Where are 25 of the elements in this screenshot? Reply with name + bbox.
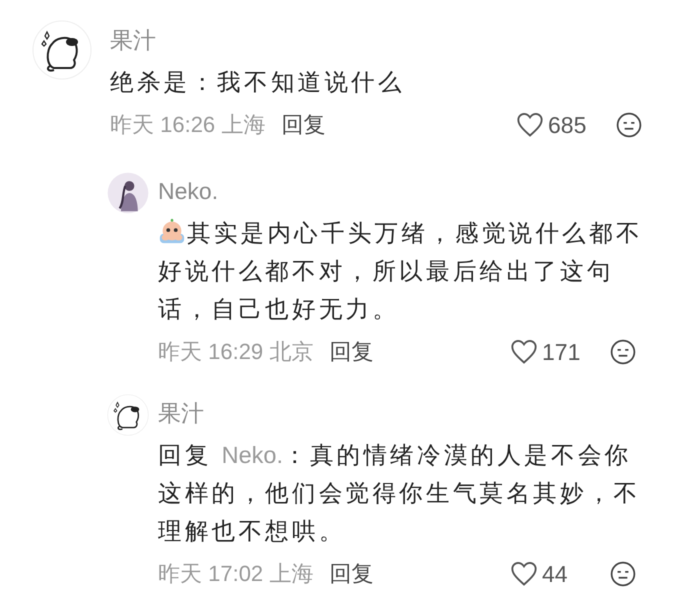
comment-text: 回复 Neko.：真的情绪冷漠的人是不会你这样的，他们会觉得你生气莫名其妙，不理解也不想哄。: [158, 441, 642, 546]
like-count: 44: [542, 560, 569, 588]
neutral-face-icon[interactable]: [610, 339, 636, 365]
time-location: 昨天 17:02 上海: [158, 560, 314, 588]
user-name[interactable]: Neko.: [158, 174, 218, 208]
neutral-face-icon[interactable]: [610, 561, 636, 587]
pug-avatar-icon[interactable]: [107, 394, 149, 436]
user-name[interactable]: 果汁: [158, 396, 204, 430]
mention-link[interactable]: Neko.: [222, 442, 283, 468]
reply-link[interactable]: 回复: [281, 110, 326, 140]
heart-icon[interactable]: [516, 111, 544, 139]
reply-link[interactable]: 回复: [329, 337, 374, 367]
user-name[interactable]: 果汁: [110, 23, 156, 57]
comment-text: 其实是内心千头万绪，感觉说什么都不好说什么都不对，所以最后给出了这句话，自己也好无力。: [158, 214, 648, 328]
like-count: 171: [542, 338, 582, 366]
figure-avatar-icon[interactable]: [107, 172, 149, 214]
heart-icon[interactable]: [510, 560, 538, 588]
time-location: 昨天 16:29 北京: [158, 338, 314, 366]
pug-avatar-icon[interactable]: [32, 20, 92, 80]
comment-text: 绝杀是：我不知道说什么: [110, 68, 406, 97]
neutral-face-icon[interactable]: [616, 112, 642, 138]
reply-link[interactable]: 回复: [329, 559, 374, 589]
heart-icon[interactable]: [510, 338, 538, 366]
time-location: 昨天 16:26 上海: [110, 111, 266, 139]
like-count: 685: [548, 112, 588, 138]
